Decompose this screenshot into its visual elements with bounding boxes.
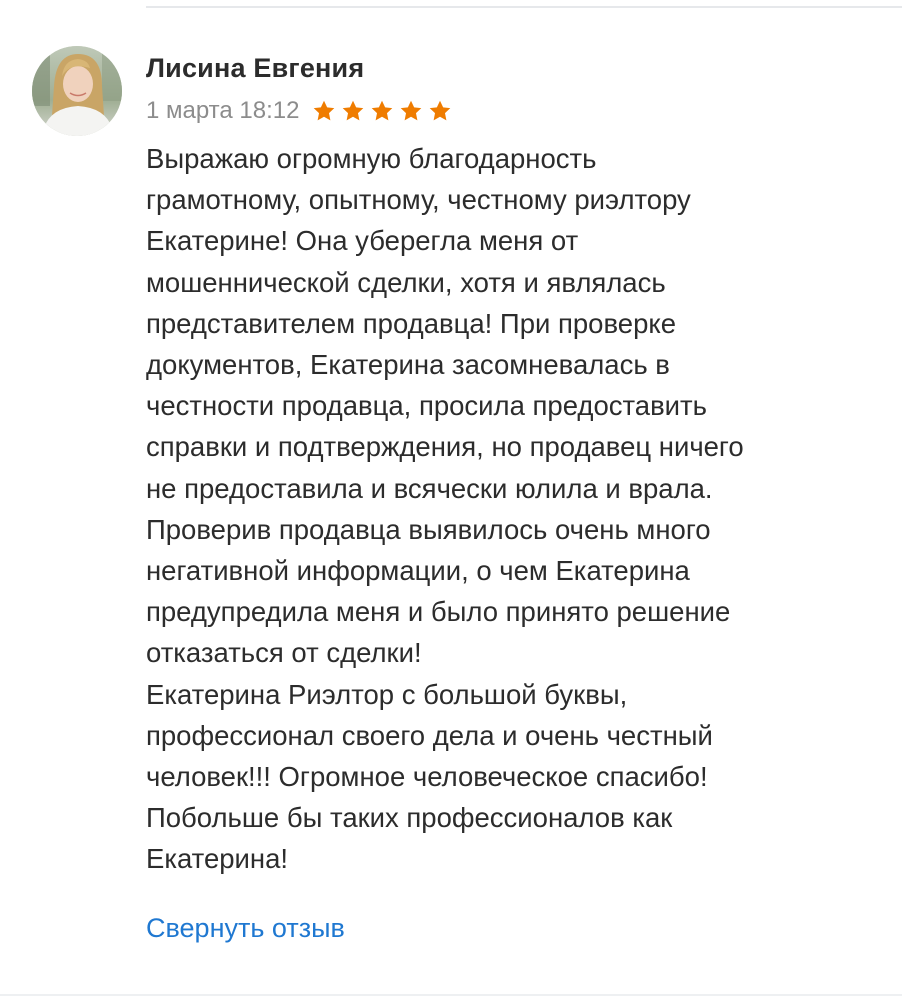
star-icon [314,100,335,121]
review-card: Лисина Евгения 1 марта 18:12 Выражаю огр… [146,48,886,948]
review-meta: 1 марта 18:12 [146,94,886,128]
top-divider [146,6,902,8]
bottom-divider [0,994,902,996]
rating-stars [311,98,453,124]
avatar-photo [32,46,122,136]
star-icon [343,100,364,121]
avatar[interactable] [32,46,122,136]
review-text: Выражаю огромную благодарность грамотном… [146,143,744,875]
star-icon [430,100,451,121]
author-name[interactable]: Лисина Евгения [146,48,886,88]
star-icon [372,100,393,121]
star-icon [401,100,422,121]
collapse-review-link[interactable]: Свернуть отзыв [146,908,886,948]
review-date: 1 марта 18:12 [146,97,300,124]
